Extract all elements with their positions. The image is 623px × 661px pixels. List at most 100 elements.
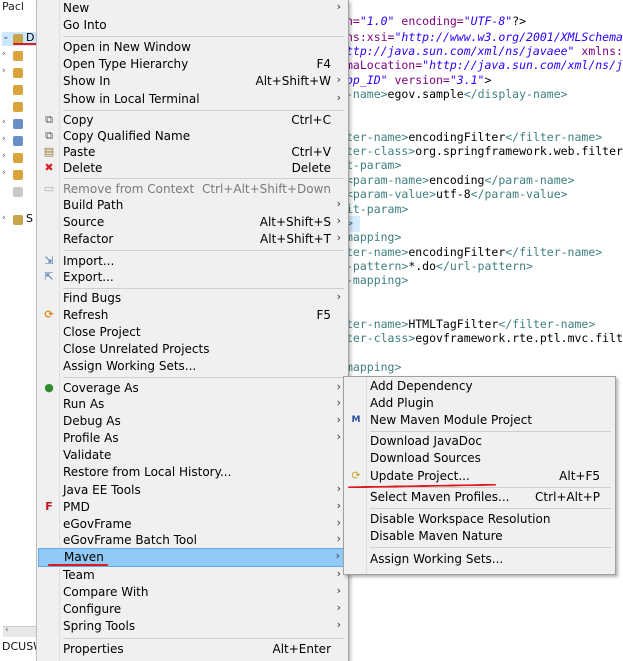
code-token: *.do xyxy=(408,259,437,273)
code-token: ns:xsi= xyxy=(346,30,395,44)
menu-item-validate[interactable]: Validate xyxy=(38,447,347,464)
menu-item-source[interactable]: Source Alt+Shift+S › xyxy=(38,214,347,231)
tree-item[interactable] xyxy=(2,83,38,97)
tree-item[interactable]: › xyxy=(2,151,38,165)
expand-arrow-icon[interactable]: › xyxy=(2,151,12,161)
menu-separator xyxy=(63,110,344,111)
code-token: "3.1" xyxy=(449,73,485,87)
submenu-arrow-icon: › xyxy=(336,413,341,426)
package-explorer-tab[interactable]: Pacl xyxy=(2,0,24,13)
menu-separator xyxy=(63,178,344,179)
tree-item[interactable]: › xyxy=(2,66,38,80)
code-line: pp_ID" version="3.1"> xyxy=(346,73,491,87)
submenu-item-select-maven-profiles[interactable]: Select Maven Profiles... Ctrl+Alt+P xyxy=(345,489,614,506)
code-line: maLocation="http://java.sun.com/xml/ns/j… xyxy=(346,58,623,72)
menu-item-go-into[interactable]: Go Into xyxy=(38,17,347,34)
maven-submenu: Add Dependency Add Plugin M New Maven Mo… xyxy=(343,376,616,575)
expand-arrow-icon[interactable]: › xyxy=(2,66,12,76)
tree-item[interactable] xyxy=(2,100,38,114)
menu-item-delete[interactable]: ✖ Delete Delete xyxy=(38,160,347,177)
expand-arrow-icon[interactable]: › xyxy=(2,213,12,223)
submenu-item-update-project[interactable]: ⟳ Update Project... Alt+F5 xyxy=(345,468,614,485)
menu-item-refresh[interactable]: ⟳ Refresh F5 xyxy=(38,307,347,324)
expand-arrow-icon[interactable]: › xyxy=(2,117,12,127)
code-token: -name> xyxy=(346,87,388,101)
code-token: </url-pattern> xyxy=(436,259,533,273)
menu-item-properties[interactable]: Properties Alt+Enter xyxy=(38,641,347,658)
paste-icon: ▤ xyxy=(43,145,55,158)
submenu-arrow-icon: › xyxy=(336,482,341,495)
submenu-arrow-icon: › xyxy=(336,231,341,244)
menu-item-copy[interactable]: ⧉ Copy Ctrl+C xyxy=(38,112,347,129)
menu-item-egovframe[interactable]: eGovFrame › xyxy=(38,516,347,533)
code-token: ter-class> xyxy=(346,144,416,158)
menu-item-pmd[interactable]: F PMD › xyxy=(38,499,347,516)
menu-item-export[interactable]: ⇱ Export... xyxy=(38,269,347,286)
menu-item-show-in-local-terminal[interactable]: Show in Local Terminal › xyxy=(38,91,347,108)
menu-item-refactor[interactable]: Refactor Alt+Shift+T › xyxy=(38,231,347,248)
menu-item-open-type-hierarchy[interactable]: Open Type Hierarchy F4 xyxy=(38,56,347,73)
menu-item-close-project[interactable]: Close Project xyxy=(38,324,347,341)
tree-item[interactable]: › xyxy=(2,168,38,182)
menu-separator xyxy=(370,431,611,432)
code-line: -name>egov.sample</display-name> xyxy=(346,87,568,101)
menu-item-close-unrelated-projects[interactable]: Close Unrelated Projects xyxy=(38,341,347,358)
scroll-left-icon[interactable]: ‹ xyxy=(5,625,9,635)
submenu-item-download-javadoc[interactable]: Download JavaDoc xyxy=(345,433,614,450)
collapse-arrow-icon[interactable]: ⌄ xyxy=(2,32,12,42)
menu-item-coverage-as[interactable]: ● Coverage As › xyxy=(38,380,347,397)
code-token: ter-class> xyxy=(346,331,416,345)
menu-item-assign-working-sets[interactable]: Assign Working Sets... xyxy=(38,358,347,375)
tree-item[interactable]: › xyxy=(2,134,38,148)
tree-item[interactable] xyxy=(2,185,38,199)
tree-item[interactable]: › xyxy=(2,117,38,131)
code-line: -mapping> xyxy=(346,273,408,287)
submenu-item-add-plugin[interactable]: Add Plugin xyxy=(345,395,614,412)
menu-item-restore-local-history[interactable]: Restore from Local History... xyxy=(38,464,347,481)
submenu-item-add-dependency[interactable]: Add Dependency xyxy=(345,378,614,395)
expand-arrow-icon[interactable]: › xyxy=(2,49,12,59)
code-line: ter-name>HTMLTagFilter</filter-name> xyxy=(346,317,595,331)
menu-item-copy-qualified-name[interactable]: ⧉ Copy Qualified Name xyxy=(38,128,347,145)
folder-icon xyxy=(13,68,23,78)
menu-item-open-in-new-window[interactable]: Open in New Window xyxy=(38,39,347,56)
update-project-icon: ⟳ xyxy=(351,469,361,482)
menu-item-find-bugs[interactable]: Find Bugs › xyxy=(38,290,347,307)
menu-item-spring-tools[interactable]: Spring Tools › xyxy=(38,618,347,635)
project-node[interactable]: › S xyxy=(2,212,38,227)
menu-item-paste[interactable]: ▤ Paste Ctrl+V xyxy=(38,144,347,161)
code-token: maLocation= xyxy=(346,58,423,72)
submenu-item-assign-working-sets[interactable]: Assign Working Sets... xyxy=(345,551,614,568)
menu-item-compare-with[interactable]: Compare With › xyxy=(38,584,347,601)
menu-item-import[interactable]: ⇲ Import... xyxy=(38,253,347,270)
code-token: org.springframework.web.filter.Ch xyxy=(415,144,623,158)
menu-item-profile-as[interactable]: Profile As › xyxy=(38,430,347,447)
menu-item-new[interactable]: New › xyxy=(38,0,347,17)
submenu-item-download-sources[interactable]: Download Sources xyxy=(345,450,614,467)
menu-item-egovframe-batch-tool[interactable]: eGovFrame Batch Tool › xyxy=(38,532,347,549)
menu-item-configure[interactable]: Configure › xyxy=(38,601,347,618)
horizontal-scrollbar[interactable]: ‹ xyxy=(3,625,37,637)
expand-arrow-icon[interactable]: › xyxy=(2,134,12,144)
menu-separator xyxy=(63,377,344,378)
menu-item-java-ee-tools[interactable]: Java EE Tools › xyxy=(38,482,347,499)
context-menu: New › Go Into Open in New Window Open Ty… xyxy=(36,0,349,661)
code-token: encodingFilter xyxy=(408,130,506,144)
submenu-item-new-maven-module-project[interactable]: M New Maven Module Project xyxy=(345,412,614,429)
tree-item[interactable]: › xyxy=(2,49,38,63)
menu-item-show-in[interactable]: Show In Alt+Shift+W › xyxy=(38,73,347,90)
submenu-arrow-icon: › xyxy=(336,0,341,13)
expand-arrow-icon[interactable]: › xyxy=(2,168,12,178)
submenu-item-disable-maven-nature[interactable]: Disable Maven Nature xyxy=(345,528,614,545)
submenu-arrow-icon: › xyxy=(336,430,341,443)
menu-item-run-as[interactable]: Run As › xyxy=(38,396,347,413)
code-token: it-param> xyxy=(346,202,409,216)
file-icon xyxy=(13,187,23,197)
submenu-item-disable-workspace-resolution[interactable]: Disable Workspace Resolution xyxy=(345,511,614,528)
menu-item-debug-as[interactable]: Debug As › xyxy=(38,413,347,430)
menu-item-build-path[interactable]: Build Path › xyxy=(38,197,347,214)
submenu-arrow-icon: › xyxy=(336,197,341,210)
code-token: ter-name> xyxy=(346,130,409,144)
code-line: ttp://java.sun.com/xml/ns/javaee" xmlns:… xyxy=(346,44,623,58)
menu-item-team[interactable]: Team › xyxy=(38,567,347,584)
